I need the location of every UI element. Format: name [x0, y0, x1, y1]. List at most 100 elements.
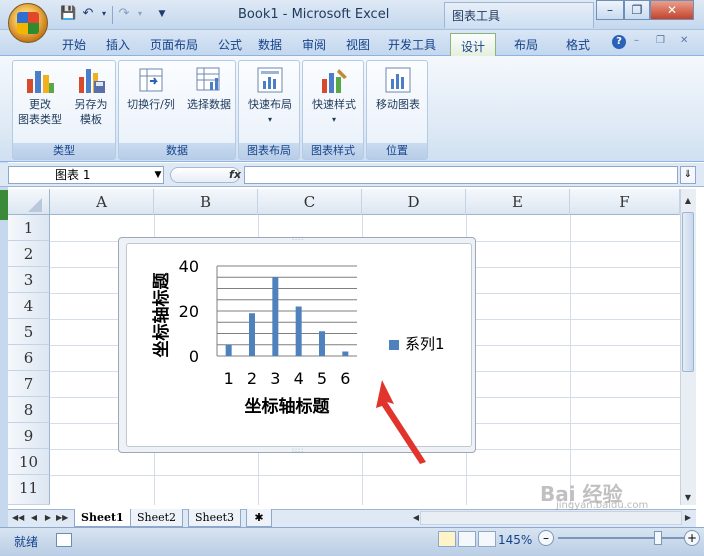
tab-page-layout[interactable]: 页面布局 [142, 33, 206, 55]
grid-line [570, 215, 571, 505]
chart-x-tick-label: 1 [224, 369, 234, 388]
row-header-4[interactable]: 4 [8, 293, 50, 319]
ribbon-group-type: 更改 图表类型 另存为 模板 类型 [12, 60, 116, 160]
zoom-slider-track[interactable] [558, 537, 688, 539]
scroll-up-icon[interactable]: ▲ [680, 193, 696, 209]
move-chart-button[interactable]: 移动图表 [369, 65, 427, 112]
select-all-triangle-icon [28, 198, 42, 212]
sheet-tab-sheet3[interactable]: Sheet3 [188, 509, 242, 527]
scroll-right-icon[interactable]: ▶ [680, 510, 696, 526]
help-icon[interactable]: ? [612, 35, 626, 49]
watermark-url: jingyan.baidu.com [556, 500, 649, 511]
workbook-close-icon[interactable]: ✕ [680, 35, 688, 46]
row-header-7[interactable]: 7 [8, 371, 50, 397]
first-sheet-icon[interactable]: ◀◀ [12, 511, 24, 525]
change-chart-type-icon [25, 65, 55, 95]
page-break-view-button[interactable] [478, 531, 496, 547]
move-chart-icon [383, 65, 413, 95]
vertical-scroll-thumb[interactable] [682, 212, 694, 372]
quick-layout-button[interactable]: 快速布局 ▾ [241, 65, 299, 127]
select-data-button[interactable]: 选择数据 [181, 65, 237, 112]
undo-dropdown-icon[interactable]: ▾ [96, 6, 112, 22]
row-header-5[interactable]: 5 [8, 319, 50, 345]
tab-formulas[interactable]: 公式 [210, 33, 250, 55]
tab-layout[interactable]: 布局 [506, 33, 546, 55]
close-button[interactable]: ✕ [650, 0, 694, 20]
sheet-tab-sheet2[interactable]: Sheet2 [130, 509, 184, 527]
tab-developer[interactable]: 开发工具 [380, 33, 444, 55]
tab-design[interactable]: 设计 [450, 33, 496, 57]
scroll-down-icon[interactable]: ▼ [680, 490, 696, 506]
status-bar [0, 527, 704, 556]
chart-bar [249, 313, 255, 356]
ribbon-restore-icon[interactable]: ❐ [656, 35, 665, 46]
insert-function-button[interactable]: fx [226, 166, 244, 184]
minimize-button[interactable]: – [596, 0, 624, 20]
tab-review[interactable]: 审阅 [294, 33, 334, 55]
horizontal-scrollbar[interactable] [420, 511, 682, 525]
chart-x-tick-label: 4 [294, 369, 304, 388]
zoom-level[interactable]: 145% [498, 533, 532, 547]
column-header-c[interactable]: C [258, 189, 362, 215]
tab-home[interactable]: 开始 [54, 33, 94, 55]
row-header-2[interactable]: 2 [8, 241, 50, 267]
redo-dropdown-icon[interactable]: ▾ [132, 6, 148, 22]
column-header-f[interactable]: F [570, 189, 680, 215]
page-layout-view-button[interactable] [458, 531, 476, 547]
insert-sheet-icon[interactable]: ✱ [246, 509, 272, 527]
redo-icon[interactable]: ↷ [116, 6, 132, 22]
red-arrow-icon [376, 380, 426, 464]
chart-y-tick-label: 0 [189, 347, 199, 366]
name-box-dropdown-icon[interactable]: ▼ [152, 166, 164, 184]
save-icon[interactable]: 💾 [60, 6, 76, 22]
zoom-out-icon[interactable]: – [538, 530, 554, 546]
tab-insert[interactable]: 插入 [98, 33, 138, 55]
resize-handle-top[interactable]: :::: [292, 236, 303, 242]
tab-view[interactable]: 视图 [338, 33, 378, 55]
group-label-type: 类型 [13, 143, 115, 159]
row-header-1[interactable]: 1 [8, 215, 50, 241]
switch-row-column-icon [136, 65, 166, 95]
switch-row-column-button[interactable]: 切换行/列 [121, 65, 181, 112]
expand-formula-bar-icon[interactable]: ⇓ [680, 166, 696, 184]
column-header-a[interactable]: A [50, 189, 154, 215]
quick-styles-button[interactable]: 快速样式 ▾ [305, 65, 363, 127]
normal-view-button[interactable] [438, 531, 456, 547]
row-header-8[interactable]: 8 [8, 397, 50, 423]
column-header-e[interactable]: E [466, 189, 570, 215]
row-header-10[interactable]: 10 [8, 449, 50, 475]
macro-record-icon[interactable] [56, 533, 72, 547]
restore-button[interactable]: ❐ [624, 0, 650, 20]
zoom-slider-knob[interactable] [653, 531, 662, 545]
last-sheet-icon[interactable]: ▶▶ [56, 511, 68, 525]
formula-input[interactable] [244, 166, 678, 184]
column-headers: A B C D E F [8, 189, 680, 215]
office-logo-icon [17, 12, 39, 34]
tab-format[interactable]: 格式 [558, 33, 598, 55]
quick-layout-icon [255, 65, 285, 95]
ribbon-minimize-icon[interactable]: – [634, 35, 639, 46]
column-header-d[interactable]: D [362, 189, 466, 215]
resize-handle-bottom[interactable]: :::: [292, 448, 303, 454]
customize-quick-access-icon[interactable]: ▼ [154, 6, 170, 22]
name-box[interactable]: 图表 1 [8, 166, 164, 184]
column-header-b[interactable]: B [154, 189, 258, 215]
chart-x-tick-label: 3 [270, 369, 280, 388]
next-sheet-icon[interactable]: ▶ [42, 511, 54, 525]
tab-data[interactable]: 数据 [250, 33, 290, 55]
scroll-left-icon[interactable]: ◀ [408, 510, 424, 526]
prev-sheet-icon[interactable]: ◀ [28, 511, 40, 525]
undo-icon[interactable]: ↶ [80, 6, 96, 22]
window-left-accent [0, 190, 8, 220]
row-header-9[interactable]: 9 [8, 423, 50, 449]
office-button[interactable] [8, 3, 48, 43]
save-as-template-button[interactable]: 另存为 模板 [67, 65, 115, 127]
zoom-in-icon[interactable]: + [684, 530, 700, 546]
sheet-tab-sheet1[interactable]: Sheet1 [74, 509, 131, 527]
chart-x-tick-label: 6 [340, 369, 350, 388]
row-header-6[interactable]: 6 [8, 345, 50, 371]
row-header-3[interactable]: 3 [8, 267, 50, 293]
row-header-11[interactable]: 11 [8, 475, 50, 505]
change-chart-type-button[interactable]: 更改 图表类型 [15, 65, 65, 127]
window-title: Book1 - Microsoft Excel [238, 7, 390, 22]
